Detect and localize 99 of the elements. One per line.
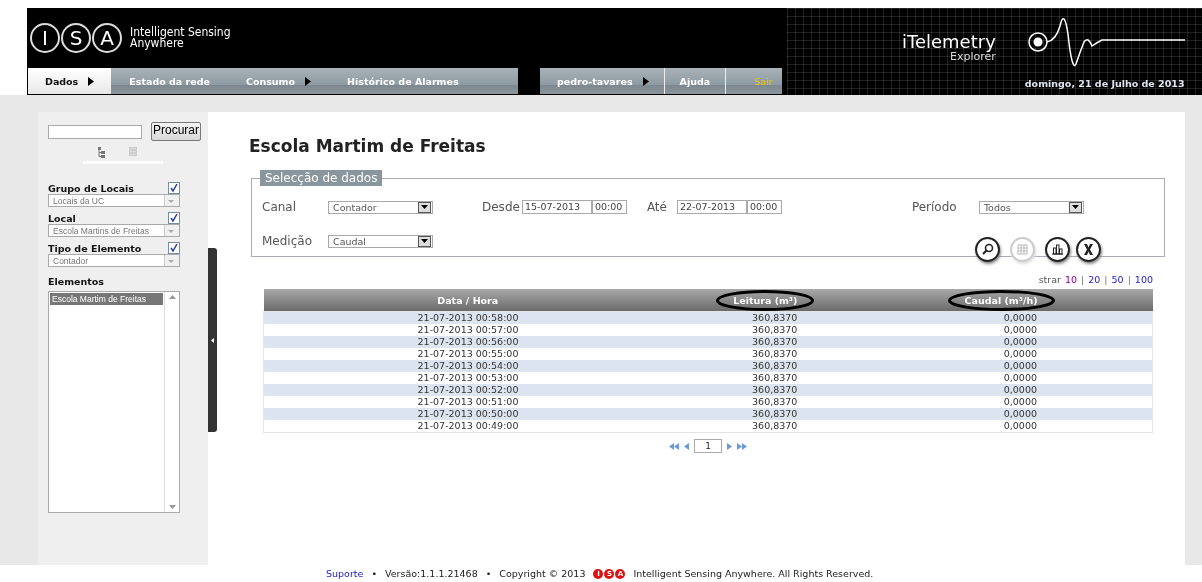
table-cell: 21-07-2013 00:57:00: [263, 324, 672, 336]
separator: |: [1081, 274, 1085, 287]
bar-chart-icon[interactable]: [1050, 242, 1065, 257]
table-cell: 360,8370: [672, 336, 806, 348]
company-name: Intelligent Sensing Anywhere: [130, 27, 231, 49]
table-cell: 21-07-2013 00:55:00: [263, 348, 672, 360]
x-letter-icon[interactable]: [1081, 242, 1096, 257]
page-size-link[interactable]: 50: [1111, 274, 1124, 288]
page-size-link[interactable]: 10: [1064, 274, 1078, 288]
filter-label: Grupo de Locais: [48, 182, 134, 194]
scroll-down-icon[interactable]: [168, 505, 176, 509]
footer-text: Intelligent Sensing Anywhere. All Rights Reserved.: [633, 568, 874, 579]
table-cell: 360,8370: [672, 360, 806, 372]
product-name: iTelemetry: [902, 31, 996, 52]
page-number-field[interactable]: 1: [694, 439, 722, 453]
page-size-label: strar: [1038, 274, 1061, 287]
tree-view-icon[interactable]: [98, 147, 105, 158]
table-cell: 360,8370: [672, 396, 806, 408]
last-page-icon[interactable]: [737, 442, 747, 450]
field-label: Medição: [262, 234, 313, 248]
field-label: Desde: [482, 200, 520, 214]
field-label: Canal: [262, 200, 298, 214]
table-cell: 21-07-2013 00:53:00: [263, 372, 672, 384]
separator: |: [1127, 274, 1131, 287]
first-page-icon[interactable]: [669, 442, 679, 450]
table-cell: 0,0000: [805, 384, 1153, 396]
search-button[interactable]: Procurar: [151, 122, 201, 141]
filter-label: Tipo de Elemento: [48, 242, 142, 254]
column-header[interactable]: Data / Hora: [263, 289, 672, 312]
page-size-link[interactable]: 20: [1088, 274, 1101, 288]
table-cell: 21-07-2013 00:54:00: [263, 360, 672, 372]
dropdown[interactable]: Locais da UC: [48, 194, 180, 207]
elements-listbox[interactable]: Escola Martim de Freitas: [48, 291, 180, 513]
input-field[interactable]: 00:00: [591, 200, 627, 214]
dropdown[interactable]: Escola Martins de Freitas: [48, 224, 180, 237]
next-page-icon[interactable]: [727, 442, 732, 450]
column-header[interactable]: Caudal (m³/h): [805, 289, 1153, 312]
table-cell: 360,8370: [672, 311, 806, 324]
table-cell: 0,0000: [805, 408, 1153, 420]
table-cell: 0,0000: [805, 396, 1153, 408]
dropdown-arrow-icon[interactable]: [421, 239, 428, 243]
table-cell: 0,0000: [805, 348, 1153, 360]
table-cell: 21-07-2013 00:58:00: [263, 311, 672, 324]
table-cell: 360,8370: [672, 324, 806, 336]
page-title: Escola Martim de Freitas: [249, 135, 487, 156]
table-cell: 0,0000: [805, 372, 1153, 384]
dropdown-arrow-icon[interactable]: [1071, 205, 1079, 209]
table-cell: 0,0000: [805, 311, 1153, 324]
search-field[interactable]: [48, 124, 142, 139]
input-field[interactable]: 15-07-2013: [521, 200, 592, 214]
collapse-handle[interactable]: [208, 248, 217, 432]
field-label: Até: [646, 200, 668, 214]
table-cell: 21-07-2013 00:50:00: [263, 408, 672, 420]
bullet-separator: •: [371, 568, 377, 579]
nav-tab[interactable]: Dados: [28, 68, 112, 94]
dropdown[interactable]: Contador: [328, 200, 433, 214]
list-label: Elementos: [48, 276, 105, 287]
table-cell: 0,0000: [805, 336, 1153, 348]
table-cell: 0,0000: [805, 360, 1153, 372]
search-button[interactable]: [975, 237, 1000, 262]
input-field[interactable]: 00:00: [746, 200, 782, 214]
support-link[interactable]: Suporte: [326, 568, 364, 579]
table-cell: 360,8370: [672, 348, 806, 360]
scroll-up-icon[interactable]: [168, 295, 176, 299]
table-cell: 360,8370: [672, 408, 806, 420]
checkbox[interactable]: [168, 242, 180, 254]
chart-button[interactable]: [1045, 237, 1070, 262]
page-size-link[interactable]: 100: [1134, 274, 1153, 288]
separator: |: [1104, 274, 1108, 287]
filter-label: Local: [48, 212, 76, 224]
list-item[interactable]: Escola Martim de Freitas: [50, 293, 163, 305]
footer-text: Versão:1.1.1.21468: [385, 568, 478, 579]
field-label: Período: [911, 200, 958, 214]
dropdown[interactable]: Caudal: [328, 234, 433, 248]
table-cell: 21-07-2013 00:51:00: [263, 396, 672, 408]
table-cell: 0,0000: [805, 324, 1153, 336]
table-cell: 21-07-2013 00:49:00: [263, 420, 672, 433]
dropdown[interactable]: Contador: [48, 254, 180, 267]
logo-letter: S: [61, 23, 91, 53]
logo-letter: A: [92, 23, 122, 53]
current-date: domingo, 21 de Julho de 2013: [1024, 78, 1185, 89]
input-field[interactable]: 22-07-2013: [676, 200, 747, 214]
logo-letter: I: [30, 23, 60, 53]
table-cell: 360,8370: [672, 420, 806, 433]
dropdown[interactable]: Todos: [978, 200, 1084, 214]
footer-text: Copyright © 2013: [499, 568, 586, 579]
panel-legend: Selecção de dados: [260, 170, 383, 186]
excel-export-button[interactable]: [1076, 237, 1101, 262]
table-cell: 360,8370: [672, 372, 806, 384]
table-cell: 360,8370: [672, 384, 806, 396]
table-cell: 0,0000: [805, 420, 1153, 433]
previous-page-icon[interactable]: [684, 442, 689, 450]
checkbox[interactable]: [168, 182, 180, 194]
checkbox[interactable]: [168, 212, 180, 224]
table-cell: 21-07-2013 00:56:00: [263, 336, 672, 348]
bullet-separator: •: [485, 568, 492, 579]
dropdown-arrow-icon[interactable]: [421, 205, 428, 209]
search-icon[interactable]: [980, 242, 995, 257]
table-cell: 21-07-2013 00:52:00: [263, 384, 672, 396]
